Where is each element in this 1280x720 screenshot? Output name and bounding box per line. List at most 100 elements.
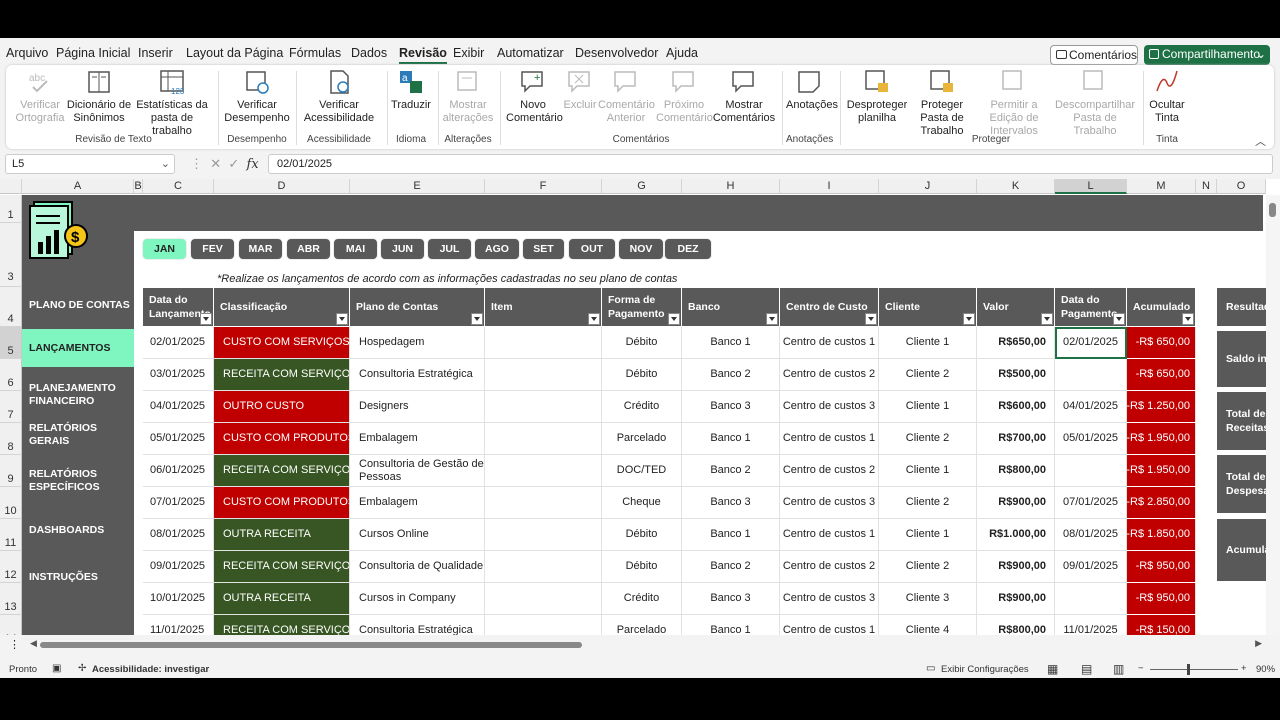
cell-item[interactable]	[485, 487, 602, 519]
cell-data-lancamento[interactable]: 11/01/2025	[143, 615, 214, 635]
month-mar[interactable]: MAR	[238, 238, 283, 260]
collapse-ribbon-icon[interactable]: ︿	[1255, 133, 1266, 149]
cell-forma-pagamento[interactable]: Débito	[602, 327, 682, 359]
month-fev[interactable]: FEV	[190, 238, 235, 260]
cell-acumulado[interactable]: -R$ 1.950,00	[1127, 423, 1196, 455]
cell-classificacao[interactable]: RECEITA COM SERVIÇOS	[214, 615, 350, 635]
unprotect-sheet-button[interactable]: Desproteger planilha	[846, 69, 908, 125]
cell-banco[interactable]: Banco 2	[682, 455, 780, 487]
name-box[interactable]: L5 ⌄	[5, 154, 175, 174]
nav-relatorios-gerais[interactable]: RELATÓRIOS GERAIS	[22, 417, 134, 453]
notes-button[interactable]: Anotações	[786, 69, 838, 112]
month-ago[interactable]: AGO	[474, 238, 520, 260]
cell-plano-contas[interactable]: Embalagem	[350, 423, 485, 455]
cell-valor[interactable]: R$700,00	[977, 423, 1055, 455]
header-cliente[interactable]: Cliente	[879, 288, 977, 326]
cell-cliente[interactable]: Cliente 4	[879, 615, 977, 635]
filter-dropdown-icon[interactable]	[1182, 313, 1194, 325]
header-classificacao[interactable]: Classificação	[214, 288, 350, 326]
menu-ajuda[interactable]: Ajuda	[666, 46, 698, 60]
row-header[interactable]: 7	[0, 391, 22, 423]
header-centro-custo[interactable]: Centro de Custo	[780, 288, 879, 326]
cell-plano-contas[interactable]: Cursos in Company	[350, 583, 485, 615]
cell-classificacao[interactable]: OUTRA RECEITA	[214, 519, 350, 551]
cell-item[interactable]	[485, 327, 602, 359]
cell-forma-pagamento[interactable]: Parcelado	[602, 423, 682, 455]
col-header-l[interactable]: L	[1055, 179, 1127, 194]
row-header[interactable]: 4	[0, 287, 22, 327]
cell-cliente[interactable]: Cliente 2	[879, 359, 977, 391]
cell-classificacao[interactable]: CUSTO COM SERVIÇOS	[214, 327, 350, 359]
cell-acumulado[interactable]: -R$ 950,00	[1127, 583, 1196, 615]
cell-data-lancamento[interactable]: 06/01/2025	[143, 455, 214, 487]
cell-acumulado[interactable]: -R$ 150,00	[1127, 615, 1196, 635]
performance-button[interactable]: Verificar Desempenho	[224, 69, 290, 125]
header-valor[interactable]: Valor	[977, 288, 1055, 326]
cell-cliente[interactable]: Cliente 1	[879, 327, 977, 359]
translate-button[interactable]: a Traduzir	[391, 69, 431, 112]
page-break-icon[interactable]: ▥	[1113, 662, 1124, 676]
header-data-pagamento[interactable]: Data do Pagamento	[1055, 288, 1127, 326]
row-header[interactable]: 10	[0, 487, 22, 519]
cell-centro-custo[interactable]: Centro de custos 3	[780, 391, 879, 423]
nav-dashboards[interactable]: DASHBOARDS	[22, 509, 134, 551]
row-header[interactable]: 13	[0, 583, 22, 615]
cell-forma-pagamento[interactable]: Cheque	[602, 487, 682, 519]
cell-data-lancamento[interactable]: 04/01/2025	[143, 391, 214, 423]
header-item[interactable]: Item	[485, 288, 602, 326]
cell-cliente[interactable]: Cliente 2	[879, 487, 977, 519]
row-header[interactable]: 8	[0, 423, 22, 455]
status-accessibility[interactable]: Acessibilidade: investigar	[92, 664, 209, 675]
cell-valor[interactable]: R$800,00	[977, 615, 1055, 635]
normal-view-icon[interactable]: ▦	[1047, 662, 1058, 676]
row-header[interactable]: 3	[0, 223, 22, 287]
protect-workbook-button[interactable]: Proteger Pasta de Trabalho	[908, 69, 976, 138]
filter-dropdown-icon[interactable]	[1113, 313, 1125, 325]
vertical-scrollbar[interactable]	[1266, 195, 1280, 635]
page-layout-icon[interactable]: ▤	[1081, 662, 1092, 676]
cell-item[interactable]	[485, 423, 602, 455]
cell-acumulado[interactable]: -R$ 1.850,00	[1127, 519, 1196, 551]
col-header-e[interactable]: E	[350, 179, 485, 194]
cell-banco[interactable]: Banco 1	[682, 615, 780, 635]
cell-classificacao[interactable]: RECEITA COM SERVIÇOS	[214, 455, 350, 487]
cell-forma-pagamento[interactable]: Débito	[602, 359, 682, 391]
cell-plano-contas[interactable]: Consultoria Estratégica	[350, 359, 485, 391]
zoom-level[interactable]: 90%	[1256, 664, 1275, 675]
cell-cliente[interactable]: Cliente 1	[879, 519, 977, 551]
cell-data-pagamento[interactable]: 08/01/2025	[1055, 519, 1127, 551]
cell-acumulado[interactable]: -R$ 1.250,00	[1127, 391, 1196, 423]
col-header-f[interactable]: F	[485, 179, 602, 194]
cell-valor[interactable]: R$650,00	[977, 327, 1055, 359]
menu-revisao[interactable]: Revisão	[399, 46, 447, 64]
delete-comment-button[interactable]: Excluir	[562, 69, 598, 112]
cell-plano-contas[interactable]: Cursos Online	[350, 519, 485, 551]
cell-forma-pagamento[interactable]: Crédito	[602, 391, 682, 423]
cell-acumulado[interactable]: -R$ 950,00	[1127, 551, 1196, 583]
cell-data-lancamento[interactable]: 10/01/2025	[143, 583, 214, 615]
filter-dropdown-icon[interactable]	[1041, 313, 1053, 325]
zoom-slider-handle[interactable]	[1187, 664, 1190, 675]
cell-forma-pagamento[interactable]: Crédito	[602, 583, 682, 615]
cell-banco[interactable]: Banco 1	[682, 519, 780, 551]
menu-automatizar[interactable]: Automatizar	[497, 46, 564, 60]
zoom-slider[interactable]	[1150, 669, 1238, 670]
col-header-o[interactable]: O	[1217, 179, 1266, 194]
cell-data-pagamento[interactable]: 02/01/2025	[1055, 327, 1127, 359]
col-header-k[interactable]: K	[977, 179, 1055, 194]
month-jun[interactable]: JUN	[380, 238, 425, 260]
nav-planejamento-financeiro[interactable]: PLANEJAMENTO FINANCEIRO	[22, 373, 134, 417]
cell-data-lancamento[interactable]: 03/01/2025	[143, 359, 214, 391]
col-header-n[interactable]: N	[1196, 179, 1217, 194]
fx-icon[interactable]: fx	[247, 157, 259, 172]
filter-dropdown-icon[interactable]	[200, 313, 212, 325]
col-header-i[interactable]: I	[780, 179, 879, 194]
cell-plano-contas[interactable]: Embalagem	[350, 487, 485, 519]
cell-acumulado[interactable]: -R$ 2.850,00	[1127, 487, 1196, 519]
menu-exibir[interactable]: Exibir	[453, 46, 484, 60]
cell-data-pagamento[interactable]	[1055, 455, 1127, 487]
cell-item[interactable]	[485, 551, 602, 583]
header-plano-contas[interactable]: Plano de Contas	[350, 288, 485, 326]
worksheet-grid[interactable]: A B C D E F G H I J K L M N O 1 3 4 5 6 …	[0, 179, 1280, 635]
horizontal-scrollbar[interactable]: ◀ ▶	[30, 638, 1262, 651]
